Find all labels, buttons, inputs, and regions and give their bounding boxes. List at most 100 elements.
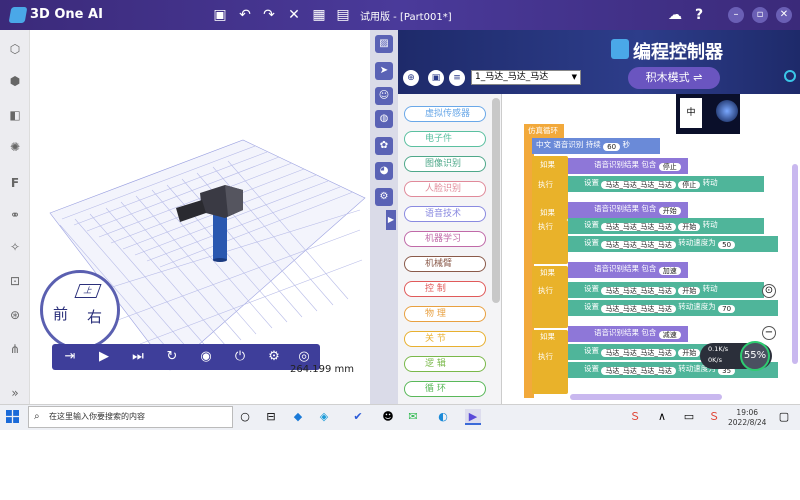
motor-select[interactable]: 马达_马达_马达_马达 (601, 366, 676, 375)
app-icon-1[interactable]: ◆ (290, 409, 306, 425)
category-virtual-sensor[interactable]: 虚拟传感器 (404, 106, 486, 122)
feature-icon[interactable]: ◧ (7, 108, 23, 124)
cond-value[interactable]: 加速 (658, 266, 681, 275)
set-speed-block[interactable]: 设置 马达_马达_马达_马达 转动速度为 70 (568, 300, 778, 316)
modify-icon[interactable]: ✺ (7, 140, 23, 156)
wechat-icon[interactable]: ✉ (405, 409, 421, 425)
maximize-button[interactable]: ▫ (752, 7, 768, 23)
category-electronics[interactable]: 电子件 (404, 131, 486, 147)
palette-scrollbar[interactable] (492, 98, 500, 303)
undo-icon[interactable]: ↶ (236, 6, 254, 24)
save-icon[interactable]: ▣ (211, 6, 229, 24)
motor-select[interactable]: 马达_马达_马达_马达 (601, 348, 676, 357)
action-select[interactable]: 开始 (678, 348, 701, 357)
condition-block[interactable]: 语音识别结果 包含 停止 (568, 158, 688, 174)
action-select[interactable]: 开始 (678, 222, 701, 231)
category-robot-arm[interactable]: 机械臂 (404, 256, 486, 272)
set-speed-block[interactable]: 设置 马达_马达_马达_马达 转动速度为 50 (568, 236, 778, 252)
clipboard-icon[interactable]: ▤ (334, 6, 352, 24)
text-icon[interactable]: F (7, 176, 23, 192)
category-face-recognition[interactable]: 人脸识别 (404, 181, 486, 197)
category-loop[interactable]: 循 环 (404, 381, 486, 397)
condition-block[interactable]: 语音识别结果 包含 开始 (568, 202, 688, 218)
network-icon[interactable]: ⋔ (7, 342, 23, 358)
motor-select[interactable]: 马达_马达_马达_马达 (601, 304, 676, 313)
workspace-hscrollbar[interactable] (570, 394, 722, 400)
app-icon-2[interactable]: ◈ (316, 409, 332, 425)
taskbar-search[interactable]: ⌕ 在这里输入你要搜索的内容 (28, 406, 233, 428)
document-icon[interactable]: ≡ (449, 70, 465, 86)
condition-block[interactable]: 语音识别结果 包含 加速 (568, 262, 688, 278)
motor-select[interactable]: 马达_马达_马达_马达 (601, 180, 676, 189)
category-image-recognition[interactable]: 图像识别 (404, 156, 486, 172)
category-control[interactable]: 控 制 (404, 281, 486, 297)
enter-icon[interactable]: ⇥ (60, 347, 80, 367)
bot-icon[interactable] (784, 70, 796, 82)
motor-select[interactable]: 马达_马达_马达_马达 (601, 222, 676, 231)
action-select[interactable]: 停止 (678, 180, 701, 189)
tray-s-icon[interactable]: Ｓ (627, 409, 643, 425)
stop-icon[interactable]: ◉ (196, 347, 216, 367)
edge-icon[interactable]: ◐ (435, 409, 451, 425)
link-icon[interactable]: ⚭ (7, 208, 23, 224)
close-window-button[interactable]: ✕ (776, 7, 792, 23)
globe-icon[interactable]: ⊕ (403, 70, 419, 86)
speed-value[interactable]: 50 (718, 240, 736, 249)
tray-network-icon[interactable]: ▭ (681, 409, 697, 425)
motor-select[interactable]: 马达_马达_马达_马达 (601, 240, 676, 249)
view-cube[interactable] (40, 270, 120, 350)
view-cube-front[interactable]: 前 (53, 303, 68, 324)
app-icon-3[interactable]: ✔ (350, 409, 366, 425)
zoom-out-icon[interactable]: − (762, 326, 776, 340)
workspace-vscrollbar[interactable] (792, 164, 798, 364)
timeout-value[interactable]: 60 (603, 142, 621, 151)
qq-icon[interactable]: ☻ (380, 409, 396, 425)
widgets-icon[interactable]: ⊟ (263, 409, 279, 425)
power-icon[interactable]: ⏻ (230, 347, 250, 367)
condition-block[interactable]: 语音识别结果 包含 减速 (568, 326, 688, 342)
program-select[interactable]: 1_马达_马达_马达 ▼ (471, 70, 581, 85)
category-machine-learning[interactable]: 机器学习 (404, 231, 486, 247)
task-view-icon[interactable]: ○ (237, 409, 253, 425)
tray-chevron-icon[interactable]: ∧ (654, 409, 670, 425)
category-joint[interactable]: 关 节 (404, 331, 486, 347)
cond-value[interactable]: 开始 (658, 206, 681, 215)
motion-icon[interactable]: ✧ (7, 240, 23, 256)
paper-plane-icon[interactable]: ➤ (375, 62, 393, 80)
modules-icon[interactable]: ✿ (375, 137, 393, 155)
basic-shape-icon[interactable]: ⬡ (7, 42, 23, 58)
settings-gear-icon[interactable]: ⚙ (264, 347, 284, 367)
sensor-icon[interactable]: ◍ (375, 110, 393, 128)
target-icon[interactable]: ⊙ (762, 284, 776, 298)
robot-icon[interactable]: ☺ (375, 87, 393, 105)
block-mode-button[interactable]: 积木模式 ⇌ (628, 67, 720, 89)
view-cube-right[interactable]: 右 (87, 306, 102, 327)
cond-value[interactable]: 停止 (658, 162, 681, 171)
play-icon[interactable]: ▶ (94, 347, 114, 367)
help-icon[interactable]: ? (690, 6, 708, 24)
grid-icon[interactable]: ▦ (310, 6, 328, 24)
set-motor-block[interactable]: 设置 马达_马达_马达_马达 停止 转动 (568, 176, 764, 192)
category-speech[interactable]: 语音技术 (404, 206, 486, 222)
chip-icon[interactable]: ▣ (428, 70, 444, 86)
speed-value[interactable]: 70 (718, 304, 736, 313)
cloud-user-icon[interactable]: ☁ (666, 6, 684, 24)
settings-icon[interactable]: ⊛ (7, 308, 23, 324)
collapse-arrow-icon[interactable]: ▶ (386, 210, 396, 230)
measure-icon[interactable]: ⊡ (7, 274, 23, 290)
bike-icon[interactable]: ⚙ (375, 188, 393, 206)
set-motor-block[interactable]: 设置 马达_马达_马达_马达 开始 转动 (568, 282, 764, 298)
close-icon[interactable]: ✕ (285, 6, 303, 24)
3d-one-ai-taskbar-icon[interactable]: ▶ (465, 409, 481, 425)
redo-icon[interactable]: ↷ (260, 6, 278, 24)
cond-value[interactable]: 减速 (658, 330, 681, 339)
category-logic[interactable]: 逻 辑 (404, 356, 486, 372)
speech-recognition-block[interactable]: 中文 语音识别 持续 60 秒 (532, 138, 660, 154)
tray-s2-icon[interactable]: Ｓ (706, 409, 722, 425)
expand-icon[interactable]: » (7, 386, 23, 402)
motor-select[interactable]: 马达_马达_马达_马达 (601, 286, 676, 295)
image-icon[interactable]: ▨ (375, 35, 393, 53)
category-physics[interactable]: 物 理 (404, 306, 486, 322)
reset-icon[interactable]: ↻ (162, 347, 182, 367)
minimize-button[interactable]: – (728, 7, 744, 23)
